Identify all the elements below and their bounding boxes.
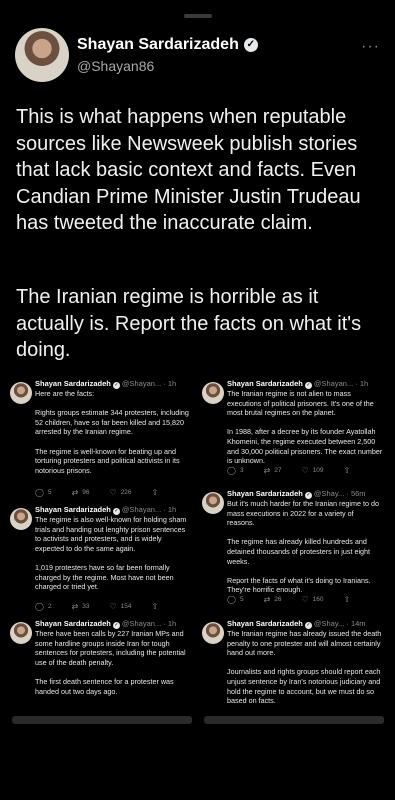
- embedded-tweet-text: The Iranian regime has already issued th…: [227, 629, 382, 706]
- author-name[interactable]: Shayan Sardarizadeh: [77, 36, 239, 54]
- reply-action[interactable]: ◯ 5: [227, 595, 244, 604]
- embedded-left-footer: [12, 716, 192, 724]
- like-action[interactable]: ♡ 154: [110, 602, 132, 611]
- embedded-tweet-text: But it's much harder for the Iranian reg…: [227, 499, 379, 595]
- like-count: 226: [120, 489, 132, 496]
- embedded-author-name: Shayan Sardarizadeh: [35, 505, 111, 514]
- reply-count: 5: [239, 596, 244, 603]
- reply-count: 2: [47, 603, 52, 610]
- verified-badge-icon: ✓: [243, 38, 258, 52]
- share-icon: ⇧: [343, 595, 351, 604]
- embedded-handle-time: @Shay... · 56m: [313, 489, 366, 498]
- embedded-handle-time: @Shayan... · 1h: [121, 619, 177, 628]
- embedded-tweet-header: Shayan Sardarizadeh ✓ @Shay... · 14m: [227, 619, 366, 629]
- retweet-count: 27: [274, 467, 282, 474]
- drag-handle[interactable]: [183, 14, 212, 18]
- retweet-count: 33: [82, 603, 90, 610]
- retweet-count: 96: [82, 489, 90, 496]
- embedded-thread-left: Shayan Sardarizadeh ✓ @Shayan... · 1h Here…: [8, 370, 196, 720]
- like-action[interactable]: ♡ 109: [302, 466, 324, 475]
- embedded-author-name: Shayan Sardarizadeh: [227, 379, 303, 388]
- heart-icon: ♡: [301, 466, 309, 475]
- reply-icon: ◯: [35, 488, 44, 497]
- reply-icon: ◯: [35, 602, 44, 611]
- retweet-icon: ⇄: [263, 466, 271, 475]
- verified-badge-icon: ✓: [112, 622, 120, 629]
- avatar: [10, 382, 32, 404]
- retweet-icon: ⇄: [71, 602, 79, 611]
- author-handle[interactable]: @Shayan86: [77, 58, 154, 74]
- embedded-tweet-text: The regime is also well-known for holdin…: [35, 515, 187, 592]
- embedded-handle-time: @Shayan... · 1h: [313, 379, 369, 388]
- like-count: 109: [312, 467, 324, 474]
- retweet-icon: ⇄: [71, 488, 79, 497]
- tweet-image-screenshot[interactable]: Shayan Sardarizadeh ✓ @Shayan... · 1h Here…: [8, 370, 388, 720]
- embedded-thread-right: Shayan Sardarizadeh ✓ @Shayan... · 1h The …: [200, 370, 388, 720]
- heart-icon: ♡: [109, 488, 117, 497]
- more-options-icon[interactable]: ···: [361, 38, 380, 56]
- embedded-tweet-header: Shayan Sardarizadeh ✓ @Shay... · 56m: [227, 489, 366, 499]
- embedded-author-name: Shayan Sardarizadeh: [35, 619, 111, 628]
- retweet-count: 26: [274, 596, 282, 603]
- avatar: [202, 382, 224, 404]
- embedded-tweet-actions: ◯ 2 ⇄ 33 ♡ 154 ⇧: [35, 602, 185, 611]
- like-action[interactable]: ♡ 160: [302, 595, 324, 604]
- verified-badge-icon: ✓: [112, 508, 120, 515]
- tweet-text-paragraph-2: The Iranian regime is horrible as it act…: [16, 286, 362, 361]
- reply-action[interactable]: ◯ 5: [35, 488, 52, 497]
- like-count: 154: [120, 603, 132, 610]
- like-action[interactable]: ♡ 226: [110, 488, 132, 497]
- embedded-right-footer: [204, 716, 384, 724]
- verified-badge-icon: ✓: [304, 382, 312, 389]
- avatar: [202, 622, 224, 644]
- reply-action[interactable]: ◯ 2: [35, 602, 52, 611]
- avatar[interactable]: [15, 28, 69, 82]
- avatar: [202, 492, 224, 514]
- share-action[interactable]: ⇧: [344, 595, 351, 604]
- heart-icon: ♡: [301, 595, 309, 604]
- tweet-author[interactable]: Shayan Sardarizadeh ✓ @Shayan86 ···: [15, 28, 380, 88]
- retweet-action[interactable]: ⇄ 96: [72, 488, 90, 497]
- embedded-tweet-actions: ◯ 3 ⇄ 27 ♡ 109 ⇧: [227, 466, 377, 475]
- reply-action[interactable]: ◯ 3: [227, 466, 244, 475]
- embedded-tweet-header: Shayan Sardarizadeh ✓ @Shayan... · 1h: [35, 619, 176, 629]
- avatar: [10, 622, 32, 644]
- share-icon: ⇧: [343, 466, 351, 475]
- verified-badge-icon: ✓: [304, 622, 312, 629]
- tweet-text-paragraph-1: This is what happens when reputable sour…: [16, 106, 361, 234]
- reply-count: 5: [47, 489, 52, 496]
- share-action[interactable]: ⇧: [344, 466, 351, 475]
- like-count: 160: [312, 596, 324, 603]
- reply-icon: ◯: [227, 466, 236, 475]
- retweet-action[interactable]: ⇄ 27: [264, 466, 282, 475]
- embedded-handle-time: @Shayan... · 1h: [121, 505, 177, 514]
- reply-icon: ◯: [227, 595, 236, 604]
- share-icon: ⇧: [151, 602, 159, 611]
- retweet-icon: ⇄: [263, 595, 271, 604]
- embedded-tweet-header: Shayan Sardarizadeh ✓ @Shayan... · 1h: [35, 379, 176, 389]
- share-icon: ⇧: [151, 488, 159, 497]
- embedded-author-name: Shayan Sardarizadeh: [227, 489, 303, 498]
- share-action[interactable]: ⇧: [152, 602, 159, 611]
- embedded-tweet-header: Shayan Sardarizadeh ✓ @Shayan... · 1h: [35, 505, 176, 515]
- retweet-action[interactable]: ⇄ 33: [72, 602, 90, 611]
- embedded-handle-time: @Shayan... · 1h: [121, 379, 177, 388]
- retweet-action[interactable]: ⇄ 26: [264, 595, 282, 604]
- avatar: [10, 508, 32, 530]
- embedded-author-name: Shayan Sardarizadeh: [35, 379, 111, 388]
- verified-badge-icon: ✓: [304, 492, 312, 499]
- embedded-tweet-text: The Iranian regime is not alien to mass …: [227, 389, 383, 466]
- embedded-tweet-text: There have been calls by 227 Iranian MPs…: [35, 629, 186, 696]
- embedded-tweet-actions: ◯ 5 ⇄ 26 ♡ 160 ⇧: [227, 595, 377, 604]
- embedded-tweet-header: Shayan Sardarizadeh ✓ @Shayan... · 1h: [227, 379, 368, 389]
- embedded-tweet-actions: ◯ 5 ⇄ 96 ♡ 226 ⇧: [35, 488, 185, 497]
- reply-count: 3: [239, 467, 244, 474]
- embedded-tweet-text: Here are the facts: Rights groups estima…: [35, 389, 189, 475]
- heart-icon: ♡: [109, 602, 117, 611]
- share-action[interactable]: ⇧: [152, 488, 159, 497]
- embedded-author-name: Shayan Sardarizadeh: [227, 619, 303, 628]
- verified-badge-icon: ✓: [112, 382, 120, 389]
- author-name-row[interactable]: Shayan Sardarizadeh ✓: [77, 36, 258, 54]
- embedded-handle-time: @Shay... · 14m: [313, 619, 366, 628]
